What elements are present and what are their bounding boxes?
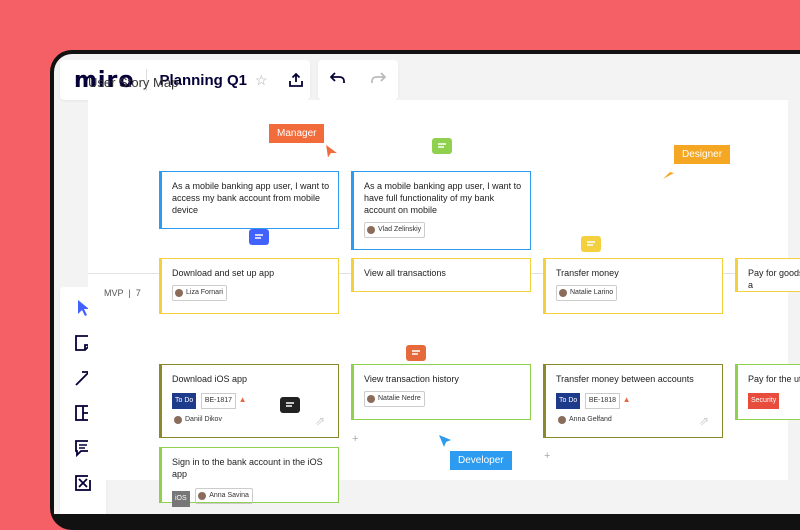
comment-bubble-icon[interactable]: [280, 397, 300, 413]
status-badge: To Do: [172, 393, 197, 409]
star-icon[interactable]: ☆: [255, 72, 268, 89]
comment-bubble-icon[interactable]: [406, 345, 426, 361]
developer-cursor-icon: [438, 434, 452, 453]
card-text: View all transactions: [364, 268, 446, 278]
assignee-chip: Liza Fornari: [172, 285, 227, 301]
ios-tag: iOS: [172, 491, 190, 507]
avatar: [559, 289, 567, 297]
card-text: Pay for goods a: [748, 268, 800, 290]
redo-icon[interactable]: [370, 71, 387, 89]
drag-handle-icon[interactable]: ⇗: [699, 414, 709, 428]
designer-cursor-icon: [662, 166, 676, 185]
status-badge: To Do: [556, 393, 581, 409]
story-card[interactable]: Sign in to the bank account in the iOS a…: [159, 447, 339, 507]
share-upload-icon[interactable]: [286, 70, 306, 90]
card-text: Download iOS app: [172, 374, 248, 384]
avatar: [367, 226, 375, 234]
comment-bubble-icon[interactable]: [581, 236, 601, 252]
assignee-chip: Vlad Zelinskiy: [364, 222, 426, 238]
step-card[interactable]: Pay for goods a: [735, 258, 800, 292]
undo-redo-bar: [318, 60, 398, 100]
priority-icon: ▲: [622, 395, 631, 404]
map-title: User Story Map: [88, 75, 179, 90]
card-text: Download and set up app: [172, 268, 275, 278]
undo-icon[interactable]: [329, 71, 346, 89]
security-tag: Security: [748, 393, 780, 409]
card-text: As a mobile banking app user, I want to …: [364, 181, 522, 215]
ticket-badge: BE-1817: [200, 393, 237, 409]
story-card[interactable]: Transfer money between accounts To Do BE…: [543, 364, 723, 438]
step-card[interactable]: Transfer money Natalie Larino: [543, 258, 723, 314]
activity-card[interactable]: As a mobile banking app user, I want to …: [351, 171, 531, 250]
manager-cursor-icon: [324, 145, 338, 164]
avatar: [367, 395, 375, 403]
card-text: As a mobile banking app user, I want to …: [172, 181, 330, 215]
card-text: Pay for the util: [748, 374, 800, 384]
avatar: [174, 416, 182, 424]
ticket-badge: BE-1818: [584, 393, 621, 409]
add-card-button[interactable]: +: [544, 450, 550, 462]
step-card[interactable]: View all transactions: [351, 258, 531, 292]
assignee-chip: Anna Savina: [195, 488, 253, 504]
activity-card[interactable]: As a mobile banking app user, I want to …: [159, 171, 339, 229]
assignee-chip: Natalie Nedre: [364, 391, 425, 407]
collaborator-label-designer: Designer: [674, 145, 731, 164]
card-text: Sign in to the bank account in the iOS a…: [172, 457, 323, 479]
step-card[interactable]: Download and set up app Liza Fornari: [159, 258, 339, 314]
avatar: [558, 416, 566, 424]
priority-icon: ▲: [238, 395, 247, 404]
comment-bubble-icon[interactable]: [432, 138, 452, 154]
mvp-count: 7: [135, 288, 141, 298]
collaborator-label-developer: Developer: [450, 451, 512, 470]
assignee-chip: Anna Gelfand: [556, 413, 615, 427]
comment-bubble-icon[interactable]: [249, 229, 269, 245]
avatar: [175, 289, 183, 297]
card-text: Transfer money: [556, 268, 619, 278]
collaborator-label-manager: Manager: [269, 124, 325, 143]
assignee-chip: Daniil Dikov: [172, 413, 225, 427]
add-card-button[interactable]: +: [352, 433, 358, 445]
story-card[interactable]: View transaction history Natalie Nedre: [351, 364, 531, 420]
mvp-label: MVP | 7: [104, 288, 141, 298]
assignee-chip: Natalie Larino: [556, 285, 618, 301]
story-card[interactable]: Download iOS app To Do BE-1817 ▲ Daniil …: [159, 364, 339, 438]
drag-handle-icon[interactable]: ⇗: [315, 414, 325, 428]
card-text: View transaction history: [364, 374, 459, 384]
story-card[interactable]: Pay for the util Security: [735, 364, 800, 420]
card-text: Transfer money between accounts: [556, 374, 694, 384]
